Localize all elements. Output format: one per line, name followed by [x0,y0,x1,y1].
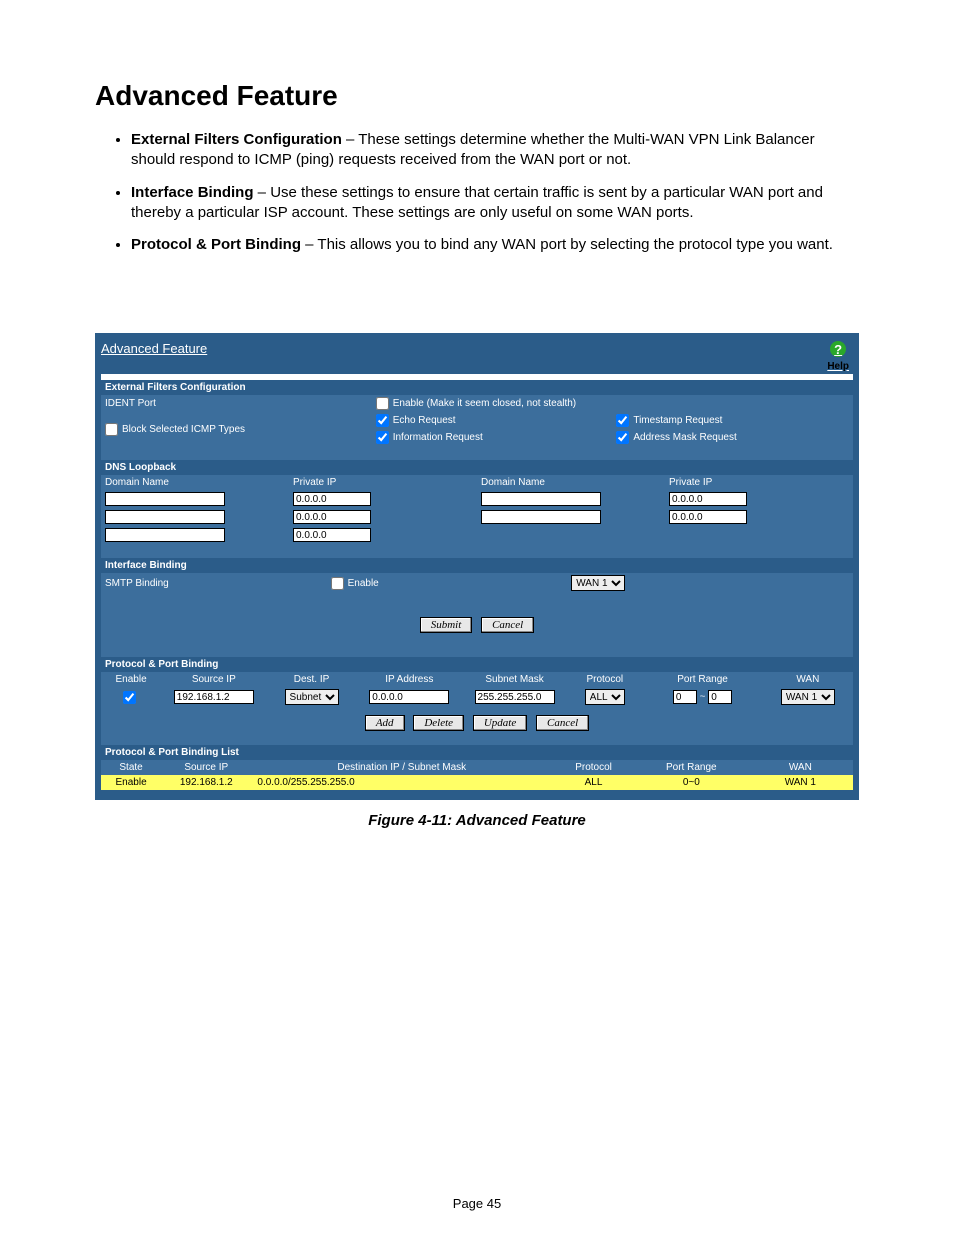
block-icmp-checkbox[interactable] [105,423,118,436]
ppb-col-wan: WAN [763,672,853,687]
ppb-range-to[interactable] [708,690,732,704]
ppb-dest-select[interactable]: Subnet [285,689,339,705]
dns-private-input[interactable] [293,528,371,542]
ident-enable-checkbox[interactable] [376,397,389,410]
dns-private-input[interactable] [669,510,747,524]
ppb-enable-checkbox[interactable] [123,691,136,704]
question-icon: ? [830,341,846,357]
section-binding-list: Protocol & Port Binding List [101,745,853,760]
delete-button[interactable]: Delete [413,715,464,731]
dns-private-input[interactable] [293,492,371,506]
add-button[interactable]: Add [365,715,405,731]
dns-domain-input[interactable] [105,510,225,524]
ppb-proto-select[interactable]: ALL [585,689,625,705]
list-col-state: State [101,760,161,775]
page-title: Advanced Feature [95,80,859,112]
ppb-col-ip: IP Address [357,672,462,687]
dns-domain-input[interactable] [105,492,225,506]
ppb-range-from[interactable] [673,690,697,704]
dns-private-header-2: Private IP [665,475,853,490]
ppb-col-src: Source IP [161,672,266,687]
submit-button[interactable]: Submit [420,617,473,633]
page-number: Page 45 [0,1196,954,1211]
screenshot-panel: Advanced Feature ? Help External Filters… [95,333,859,800]
dns-domain-input[interactable] [481,510,601,524]
help-button[interactable]: ? Help [827,341,849,372]
figure-caption: Figure 4-11: Advanced Feature [95,812,859,829]
update-button[interactable]: Update [473,715,527,731]
list-col-proto: Protocol [552,760,635,775]
panel-title: Advanced Feature [101,341,207,356]
panel-title-bar: Advanced Feature ? Help [101,339,853,374]
dns-private-input[interactable] [293,510,371,524]
ppb-src-input[interactable] [174,690,254,704]
dns-domain-header-1: Domain Name [101,475,289,490]
ppb-mask-input[interactable] [475,690,555,704]
feature-item: Protocol & Port Binding – This allows yo… [131,235,859,255]
ppb-col-enable: Enable [101,672,161,687]
section-external-filters: External Filters Configuration [101,380,853,395]
smtp-enable-checkbox[interactable] [331,577,344,590]
ppb-col-proto: Protocol [567,672,642,687]
smtp-wan-select[interactable]: WAN 1 [571,575,625,591]
section-protocol-port-binding: Protocol & Port Binding [101,657,853,672]
list-col-dest: Destination IP / Subnet Mask [251,760,552,775]
dns-private-header-1: Private IP [289,475,477,490]
ident-port-label: IDENT Port [101,395,372,412]
dns-domain-input[interactable] [481,492,601,506]
section-dns-loopback: DNS Loopback [101,460,853,475]
dns-private-input[interactable] [669,492,747,506]
ppb-col-range: Port Range [642,672,762,687]
dns-domain-input[interactable] [105,528,225,542]
list-row[interactable]: Enable 192.168.1.2 0.0.0.0/255.255.255.0… [101,775,853,790]
ppb-ip-input[interactable] [369,690,449,704]
ppb-col-dest: Dest. IP [266,672,356,687]
feature-list: External Filters Configuration – These s… [95,130,859,255]
timestamp-request-checkbox[interactable] [616,414,629,427]
ppb-wan-select[interactable]: WAN 1 [781,689,835,705]
smtp-binding-label: SMTP Binding [101,573,327,593]
feature-item: External Filters Configuration – These s… [131,130,859,171]
cancel-button-2[interactable]: Cancel [536,715,589,731]
section-interface-binding: Interface Binding [101,558,853,573]
address-mask-checkbox[interactable] [616,431,629,444]
feature-item: Interface Binding – Use these settings t… [131,183,859,224]
ppb-col-mask: Subnet Mask [462,672,567,687]
cancel-button[interactable]: Cancel [481,617,534,633]
dns-domain-header-2: Domain Name [477,475,665,490]
echo-request-checkbox[interactable] [376,414,389,427]
list-col-wan: WAN [748,760,853,775]
info-request-checkbox[interactable] [376,431,389,444]
list-col-src: Source IP [161,760,251,775]
list-col-range: Port Range [635,760,748,775]
